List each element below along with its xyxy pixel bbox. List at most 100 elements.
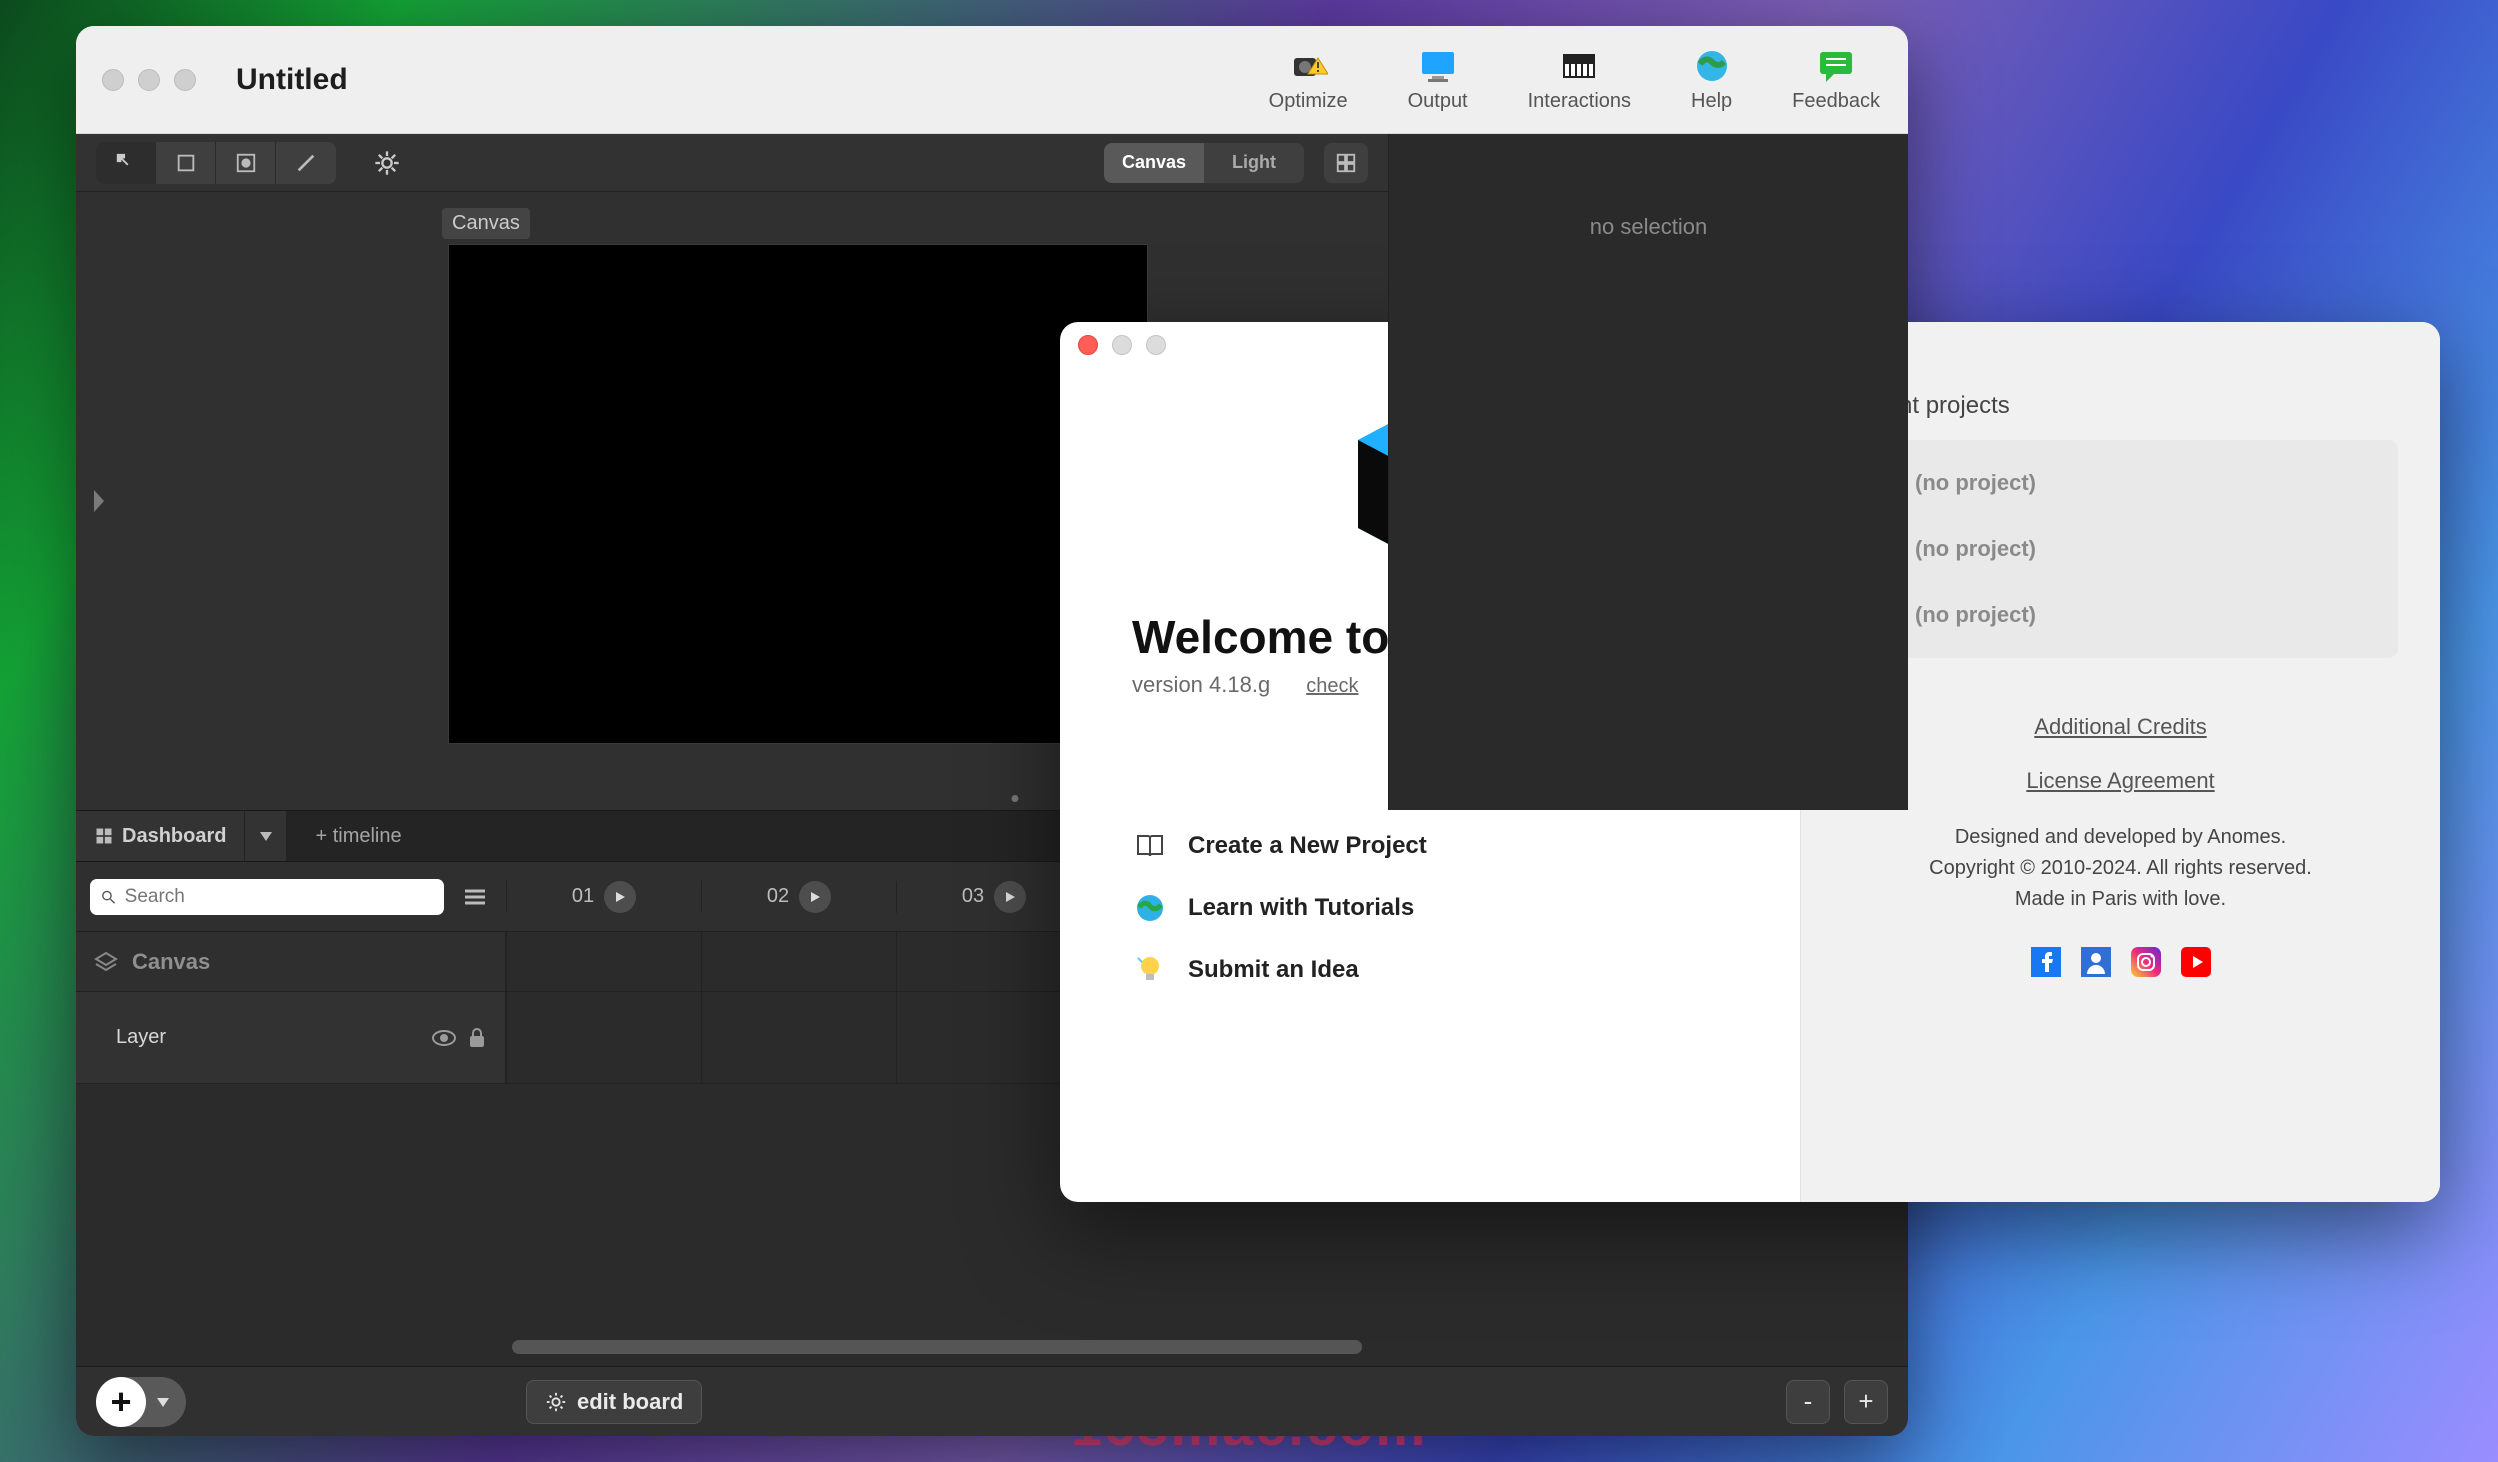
welcome-actions: Create a New Project Learn with Tutorial… xyxy=(1132,828,1728,988)
millumin-main-window: Untitled Optimize Output Interactions xyxy=(76,26,1908,1436)
panel-expand-handle[interactable] xyxy=(76,192,122,810)
column-number: 01 xyxy=(572,885,594,908)
window-title: Untitled xyxy=(236,63,348,97)
horizontal-scrollbar[interactable] xyxy=(512,1340,1900,1360)
social-links xyxy=(1843,945,2398,979)
action-tutorials[interactable]: Learn with Tutorials xyxy=(1132,890,1728,926)
toolbar-label: Optimize xyxy=(1269,90,1348,113)
edit-board-label: edit board xyxy=(577,1389,683,1415)
recent-projects-heading: Recent projects xyxy=(1843,392,2398,420)
zoom-button[interactable] xyxy=(174,69,196,91)
chevron-down-icon xyxy=(154,1395,172,1409)
toolbar-label: Output xyxy=(1408,90,1468,113)
canvas-name-label: Canvas xyxy=(442,208,530,239)
view-toggle: Canvas Light xyxy=(1104,143,1304,183)
action-label: Create a New Project xyxy=(1188,832,1427,860)
zoom-in-button[interactable]: + xyxy=(1844,1380,1888,1424)
toolbar-label: Interactions xyxy=(1528,90,1631,113)
additional-credits-link[interactable]: Additional Credits xyxy=(1843,714,2398,740)
toolbar-output[interactable]: Output xyxy=(1408,46,1468,113)
edit-board-button[interactable]: edit board xyxy=(526,1380,702,1424)
action-label: Learn with Tutorials xyxy=(1188,894,1414,922)
add-media-button[interactable]: + xyxy=(96,1377,186,1427)
camera-warning-icon xyxy=(1288,46,1328,86)
track-header-side xyxy=(76,879,506,915)
check-link[interactable]: check xyxy=(1306,675,1358,698)
instagram-icon[interactable] xyxy=(2129,945,2163,979)
recent-projects-list: (no project) (no project) (no project) xyxy=(1843,440,2398,658)
column-number: 02 xyxy=(767,885,789,908)
piano-icon xyxy=(1559,46,1599,86)
play-icon[interactable] xyxy=(994,881,1026,913)
canvas-rect[interactable] xyxy=(448,244,1148,744)
toolbar-optimize[interactable]: Optimize xyxy=(1269,46,1348,113)
play-icon[interactable] xyxy=(799,881,831,913)
monitor-icon xyxy=(1418,46,1458,86)
chevron-down-icon xyxy=(258,829,274,843)
toolbar-help[interactable]: Help xyxy=(1691,46,1732,113)
profile-icon[interactable] xyxy=(2079,945,2113,979)
list-icon xyxy=(463,887,487,907)
toolbar-label: Feedback xyxy=(1792,90,1880,113)
tab-label: Dashboard xyxy=(122,825,226,848)
column-02[interactable]: 02 xyxy=(701,881,896,913)
grid-toggle[interactable] xyxy=(1324,143,1368,183)
action-label: Submit an Idea xyxy=(1188,956,1359,984)
search-input[interactable] xyxy=(125,886,434,908)
crop-tool[interactable] xyxy=(156,142,216,184)
recent-project-item[interactable]: (no project) xyxy=(1843,516,2398,582)
view-canvas[interactable]: Canvas xyxy=(1104,143,1204,183)
move-tool[interactable] xyxy=(96,142,156,184)
recent-project-item[interactable]: (no project) xyxy=(1843,582,2398,648)
action-submit-idea[interactable]: Submit an Idea xyxy=(1132,952,1728,988)
toolbar-feedback[interactable]: Feedback xyxy=(1792,46,1880,113)
search-box[interactable] xyxy=(90,879,444,915)
column-number: 03 xyxy=(962,885,984,908)
globe-icon xyxy=(1692,46,1732,86)
lock-icon[interactable] xyxy=(467,1026,487,1050)
tab-dashboard[interactable]: Dashboard xyxy=(76,811,245,861)
view-light[interactable]: Light xyxy=(1204,143,1304,183)
close-button[interactable] xyxy=(102,69,124,91)
canvas-toolrow: Canvas Light xyxy=(76,134,1388,192)
track-label: Canvas xyxy=(132,949,210,975)
close-button[interactable] xyxy=(1078,335,1098,355)
credits-text: Designed and developed by Anomes. Copyri… xyxy=(1843,822,2398,915)
canvas-settings-button[interactable] xyxy=(366,142,408,184)
license-agreement-link[interactable]: License Agreement xyxy=(1843,768,2398,794)
facebook-icon[interactable] xyxy=(2029,945,2063,979)
no-selection-label: no selection xyxy=(1590,214,1707,240)
grid-icon xyxy=(1335,152,1357,174)
track-label: Layer xyxy=(116,1026,166,1049)
toolbar-label: Help xyxy=(1691,90,1732,113)
speech-bubble-icon xyxy=(1816,46,1856,86)
gear-icon xyxy=(373,149,401,177)
mask-tool[interactable] xyxy=(216,142,276,184)
youtube-icon[interactable] xyxy=(2179,945,2213,979)
zoom-out-button[interactable]: - xyxy=(1786,1380,1830,1424)
version-label: version 4.18.g xyxy=(1132,672,1270,698)
eye-icon[interactable] xyxy=(431,1028,457,1048)
play-icon[interactable] xyxy=(604,881,636,913)
globe-icon xyxy=(1132,890,1168,926)
recent-project-label: (no project) xyxy=(1915,470,2036,496)
titlebar: Untitled Optimize Output Interactions xyxy=(76,26,1908,134)
dashboard-icon xyxy=(94,826,114,846)
list-toggle[interactable] xyxy=(458,880,492,914)
gear-icon xyxy=(545,1391,567,1413)
recent-project-item[interactable]: (no project) xyxy=(1843,450,2398,516)
layers-icon xyxy=(94,950,118,974)
minimize-button[interactable] xyxy=(138,69,160,91)
column-01[interactable]: 01 xyxy=(506,881,701,913)
zoom-button[interactable] xyxy=(1146,335,1166,355)
traffic-lights xyxy=(102,69,196,91)
color-picker-tool[interactable] xyxy=(276,142,336,184)
add-timeline-button[interactable]: + timeline xyxy=(287,811,429,861)
action-new-project[interactable]: Create a New Project xyxy=(1132,828,1728,864)
recent-project-label: (no project) xyxy=(1915,536,2036,562)
tab-dropdown[interactable] xyxy=(245,811,287,861)
minimize-button[interactable] xyxy=(1112,335,1132,355)
toolbar-interactions[interactable]: Interactions xyxy=(1528,46,1631,113)
inspector-panel: no selection xyxy=(1388,134,1908,810)
credits-links: Additional Credits License Agreement Des… xyxy=(1843,714,2398,979)
